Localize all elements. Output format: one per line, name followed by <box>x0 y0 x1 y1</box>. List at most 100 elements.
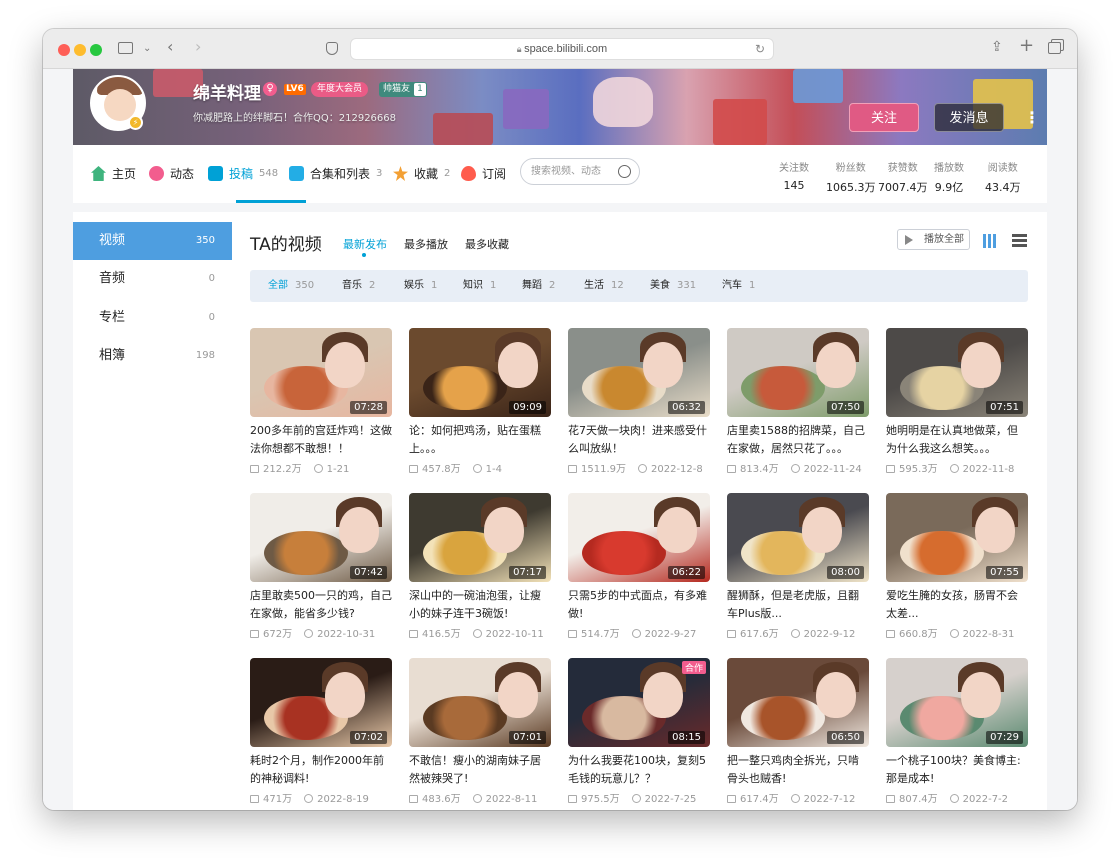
video-card[interactable]: 07:17 深山中的一碗油泡蛋，让瘦小的妹子连干3碗饭! 416.5万 2022-10… <box>409 493 551 643</box>
filter-life[interactable]: 生活 12 <box>584 270 624 302</box>
sort-tab-latest[interactable]: 最新发布 <box>343 236 387 252</box>
stat-following[interactable]: 关注数 145 <box>779 159 809 192</box>
video-title[interactable]: 一个桃子100块？美食博主:那是成本! <box>886 752 1028 788</box>
video-thumbnail[interactable]: 06:32 <box>568 328 710 417</box>
video-title[interactable]: 把一整只鸡肉全拆光，只啃骨头也贼香! <box>727 752 869 788</box>
video-title[interactable]: 她明明是在认真地做菜，但为什么我这么想笑。。。 <box>886 422 1028 458</box>
video-thumbnail[interactable]: 07:55 <box>886 493 1028 582</box>
vip-badge[interactable]: 年度大会员 <box>311 82 369 97</box>
video-card[interactable]: 06:22 只需5步的中式面点，有多难做! 514.7万 2022-9-27 <box>568 493 710 643</box>
video-title[interactable]: 200多年前的宫廷炸鸡！这做法你想都不敢想！！ <box>250 422 392 458</box>
back-icon[interactable]: ‹ <box>167 39 173 55</box>
tab-favorites-count: 2 <box>444 168 451 179</box>
search-input[interactable]: 搜索视频、动态 <box>520 158 640 185</box>
tab-uploads[interactable]: 投稿 548 <box>208 165 278 182</box>
sidebar-item-albums[interactable]: 相簿 198 <box>73 337 232 375</box>
video-title[interactable]: 耗时2个月，制作2000年前的神秘调料! <box>250 752 392 788</box>
play-count: 672万 <box>263 629 293 640</box>
play-count-icon <box>409 795 418 803</box>
share-icon[interactable]: ⇪ <box>991 40 1003 54</box>
video-thumbnail[interactable]: 07:51 <box>886 328 1028 417</box>
video-card[interactable]: 08:00 醒狮酥，但是老虎版，且翻车Plus版... 617.6万 2022-9-1… <box>727 493 869 643</box>
video-duration: 09:09 <box>509 401 546 414</box>
video-thumbnail[interactable]: 06:22 <box>568 493 710 582</box>
video-card[interactable]: 07:28 200多年前的宫廷炸鸡！这做法你想都不敢想！！ 212.2万 1-21 <box>250 328 392 478</box>
video-thumbnail[interactable]: 07:17 <box>409 493 551 582</box>
zoom-window-button[interactable] <box>90 44 102 56</box>
video-thumbnail[interactable]: 08:00 <box>727 493 869 582</box>
chevron-down-icon[interactable]: ⌄ <box>143 42 151 56</box>
video-thumbnail[interactable]: 07:42 <box>250 493 392 582</box>
video-title[interactable]: 为什么我要花100块，复刻5毛钱的玩意儿？？ <box>568 752 710 788</box>
video-card[interactable]: 07:42 店里敢卖500一只的鸡，自己在家做，能省多少钱? 672万 2022-10… <box>250 493 392 643</box>
video-duration: 07:02 <box>350 731 387 744</box>
stat-followers[interactable]: 粉丝数 1065.3万 <box>826 159 876 195</box>
verified-badge-icon: ⚡ <box>128 115 143 130</box>
minimize-window-button[interactable] <box>74 44 86 56</box>
filter-food[interactable]: 美食 331 <box>650 270 696 302</box>
list-view-icon[interactable] <box>1012 234 1027 247</box>
video-thumbnail[interactable]: 07:02 <box>250 658 392 747</box>
tab-home[interactable]: 主页 <box>91 165 136 182</box>
close-window-button[interactable] <box>58 44 70 56</box>
filter-knowledge[interactable]: 知识 1 <box>463 270 496 302</box>
video-title[interactable]: 论：如何把鸡汤，贴在蛋糕上。。。 <box>409 422 551 458</box>
grid-view-icon[interactable] <box>983 234 997 248</box>
forward-icon[interactable]: › <box>195 39 201 55</box>
tabs-overview-icon[interactable] <box>1048 42 1061 54</box>
video-card[interactable]: 07:01 不敢信！瘦小的湖南妹子居然被辣哭了! 483.6万 2022-8-11 <box>409 658 551 808</box>
more-options-icon[interactable]: ⋮ <box>1024 103 1040 132</box>
video-thumbnail[interactable]: 合作 08:15 <box>568 658 710 747</box>
video-thumbnail[interactable]: 07:50 <box>727 328 869 417</box>
sidebar-item-video[interactable]: 视频 350 <box>73 222 232 260</box>
address-bar[interactable]: 🔒︎ space.bilibili.com ↻ <box>350 38 774 60</box>
video-card[interactable]: 07:55 爱吃生腌的女孩，肠胃不会太差... 660.8万 2022-8-31 <box>886 493 1028 643</box>
stat-plays-label: 播放数 <box>934 163 964 174</box>
tab-dynamic[interactable]: 动态 <box>149 165 194 182</box>
filter-all[interactable]: 全部 350 <box>268 270 314 302</box>
search-icon[interactable] <box>618 165 631 178</box>
shield-icon[interactable] <box>326 42 338 55</box>
play-count: 514.7万 <box>581 629 620 640</box>
sort-tab-most-played[interactable]: 最多播放 <box>404 236 448 252</box>
video-card[interactable]: 06:50 把一整只鸡肉全拆光，只啃骨头也贼香! 617.4万 2022-7-12 <box>727 658 869 808</box>
sidebar-item-articles[interactable]: 专栏 0 <box>73 299 232 337</box>
video-card[interactable]: 06:32 花7天做一块肉！进来感受什么叫放纵！ 1511.9万 2022-12-8 <box>568 328 710 478</box>
video-thumbnail[interactable]: 07:01 <box>409 658 551 747</box>
tab-subscriptions[interactable]: 订阅 <box>461 165 506 182</box>
filter-auto[interactable]: 汽车 1 <box>722 270 755 302</box>
video-title[interactable]: 花7天做一块肉！进来感受什么叫放纵！ <box>568 422 710 458</box>
video-title[interactable]: 不敢信！瘦小的湖南妹子居然被辣哭了! <box>409 752 551 788</box>
video-card[interactable]: 07:50 店里卖1588的招牌菜，自己在家做，居然只花了。。。 813.4万 202… <box>727 328 869 478</box>
fan-badge[interactable]: 帅猫友 1 <box>379 82 427 97</box>
clock-icon <box>790 629 800 638</box>
send-message-button[interactable]: 发消息 <box>934 103 1004 132</box>
sort-tab-most-favorited[interactable]: 最多收藏 <box>465 236 509 252</box>
video-card[interactable]: 合作 08:15 为什么我要花100块，复刻5毛钱的玩意儿？？ 975.5万 2022-… <box>568 658 710 808</box>
filter-dance[interactable]: 舞蹈 2 <box>522 270 555 302</box>
new-tab-icon[interactable]: + <box>1019 37 1034 55</box>
video-title[interactable]: 深山中的一碗油泡蛋，让瘦小的妹子连干3碗饭! <box>409 587 551 623</box>
video-thumbnail[interactable]: 06:50 <box>727 658 869 747</box>
video-card[interactable]: 07:51 她明明是在认真地做菜，但为什么我这么想笑。。。 595.3万 2022-1… <box>886 328 1028 478</box>
tab-favorites[interactable]: 收藏 2 <box>393 165 450 182</box>
video-card[interactable]: 09:09 论：如何把鸡汤，贴在蛋糕上。。。 457.8万 1-4 <box>409 328 551 478</box>
video-thumbnail[interactable]: 07:28 <box>250 328 392 417</box>
video-title[interactable]: 爱吃生腌的女孩，肠胃不会太差... <box>886 587 1028 623</box>
video-card[interactable]: 07:29 一个桃子100块？美食博主:那是成本! 807.4万 2022-7-2 <box>886 658 1028 808</box>
video-title[interactable]: 店里卖1588的招牌菜，自己在家做，居然只花了。。。 <box>727 422 869 458</box>
filter-music[interactable]: 音乐 2 <box>342 270 375 302</box>
follow-button[interactable]: 关注 <box>849 103 919 132</box>
video-thumbnail[interactable]: 09:09 <box>409 328 551 417</box>
filter-entertainment[interactable]: 娱乐 1 <box>404 270 437 302</box>
video-card[interactable]: 07:02 耗时2个月，制作2000年前的神秘调料! 471万 2022-8-19 <box>250 658 392 808</box>
video-title[interactable]: 醒狮酥，但是老虎版，且翻车Plus版... <box>727 587 869 623</box>
play-all-button[interactable]: 播放全部 <box>897 229 970 250</box>
sidebar-item-audio[interactable]: 音频 0 <box>73 260 232 298</box>
video-title[interactable]: 店里敢卖500一只的鸡，自己在家做，能省多少钱? <box>250 587 392 623</box>
video-thumbnail[interactable]: 07:29 <box>886 658 1028 747</box>
tab-collections[interactable]: 合集和列表 3 <box>289 165 382 182</box>
sidebar-toggle-icon[interactable] <box>118 42 133 54</box>
reload-icon[interactable]: ↻ <box>755 39 765 59</box>
video-title[interactable]: 只需5步的中式面点，有多难做! <box>568 587 710 623</box>
